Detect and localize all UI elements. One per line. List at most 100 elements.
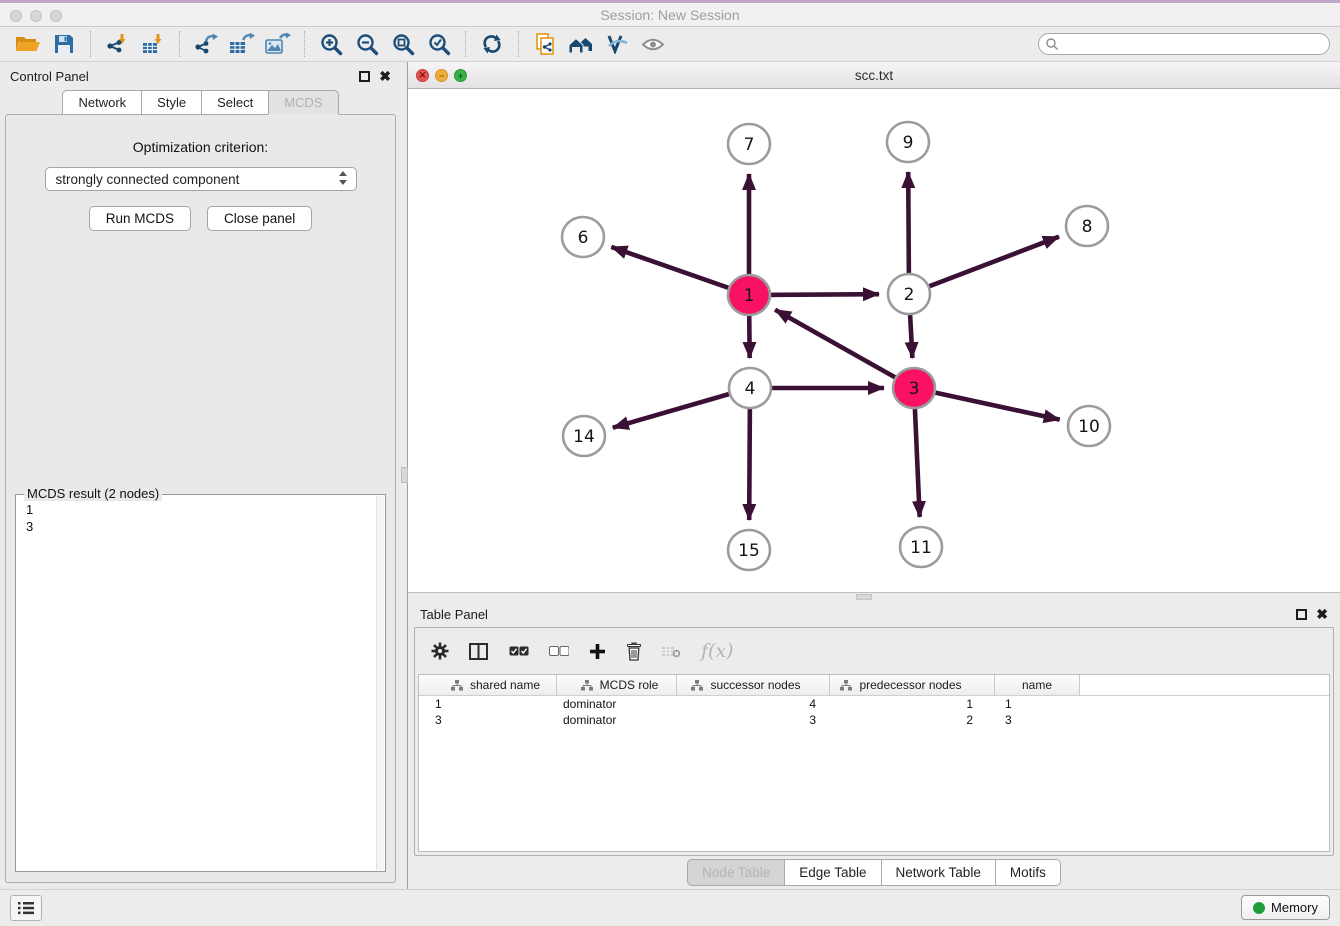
run-mcds-button[interactable]: Run MCDS	[89, 206, 191, 231]
copy-network-icon[interactable]	[527, 29, 563, 59]
hierarchy-icon	[581, 680, 593, 691]
import-table-icon[interactable]	[135, 29, 171, 59]
tab-select[interactable]: Select	[201, 90, 268, 115]
close-window-icon[interactable]	[10, 10, 22, 22]
cell-shared-name[interactable]: 3	[419, 712, 557, 728]
graph-node-15[interactable]: 15	[728, 530, 770, 570]
export-image-icon[interactable]	[260, 29, 296, 59]
export-network-icon[interactable]	[188, 29, 224, 59]
criterion-select[interactable]: strongly connected component	[45, 167, 357, 191]
minimize-network-icon[interactable]: −	[435, 69, 448, 82]
cell-mcds-role[interactable]: dominator	[557, 712, 677, 728]
graph-edge-3-10[interactable]	[914, 388, 1060, 420]
save-icon[interactable]	[46, 29, 82, 59]
eye-icon	[635, 29, 671, 59]
graph-edge-2-8[interactable]	[909, 237, 1059, 294]
zoom-fit-icon[interactable]	[385, 29, 421, 59]
column-header-successor-nodes[interactable]: successor nodes	[677, 675, 830, 695]
control-panel-title: Control Panel	[10, 69, 89, 84]
search-field[interactable]	[1038, 33, 1330, 55]
cell-predecessor-nodes[interactable]: 1	[830, 696, 995, 712]
graph-edge-3-1[interactable]	[775, 310, 914, 388]
graph-node-3[interactable]: 3	[893, 368, 935, 408]
task-list-button[interactable]	[10, 895, 42, 921]
float-panel-icon[interactable]	[1296, 609, 1307, 620]
graph-node-9[interactable]: 9	[887, 122, 929, 162]
zoom-selected-icon[interactable]	[421, 29, 457, 59]
cell-name[interactable]: 1	[995, 696, 1080, 712]
minimize-window-icon[interactable]	[30, 10, 42, 22]
mcds-result-line: 1	[26, 501, 375, 518]
cell-shared-name[interactable]: 1	[419, 696, 557, 712]
horizontal-splitter[interactable]	[408, 593, 1340, 601]
table-header-row: shared name MCDS role successor nodes	[419, 675, 1329, 696]
columns-icon[interactable]	[469, 643, 489, 660]
cell-predecessor-nodes[interactable]: 2	[830, 712, 995, 728]
close-panel-button[interactable]: Close panel	[207, 206, 312, 231]
tab-network-table[interactable]: Network Table	[881, 859, 995, 886]
cell-name[interactable]: 3	[995, 712, 1080, 728]
table-panel: Table Panel ✖	[408, 601, 1340, 889]
import-network-icon[interactable]	[99, 29, 135, 59]
graph-node-10[interactable]: 10	[1068, 406, 1110, 446]
float-panel-icon[interactable]	[359, 71, 370, 82]
home-icon[interactable]	[563, 29, 599, 59]
deselect-all-icon[interactable]	[549, 646, 569, 656]
column-header-name[interactable]: name	[995, 675, 1080, 695]
table-panel-header: Table Panel ✖	[408, 601, 1340, 627]
table-row[interactable]: 1 dominator 4 1 1	[419, 696, 1329, 712]
cell-successor-nodes[interactable]: 3	[677, 712, 830, 728]
window-title: Session: New Session	[600, 7, 739, 23]
close-network-icon[interactable]: ✕	[416, 69, 429, 82]
mcds-result-lines: 1 3	[16, 495, 385, 541]
mcds-result-box: MCDS result (2 nodes) 1 3	[15, 494, 386, 872]
refresh-icon[interactable]	[474, 29, 510, 59]
delete-icon[interactable]	[626, 642, 642, 661]
tab-mcds[interactable]: MCDS	[268, 90, 338, 115]
splitter-handle[interactable]	[856, 594, 872, 600]
column-header-shared-name[interactable]: shared name	[419, 675, 557, 695]
graph-node-4[interactable]: 4	[729, 368, 771, 408]
graph-node-7[interactable]: 7	[728, 124, 770, 164]
svg-text:6: 6	[578, 228, 589, 248]
graph-node-14[interactable]: 14	[563, 416, 605, 456]
gear-icon[interactable]	[431, 642, 449, 660]
select-all-icon[interactable]	[509, 646, 529, 656]
open-folder-icon[interactable]	[10, 29, 46, 59]
cell-successor-nodes[interactable]: 4	[677, 696, 830, 712]
zoom-out-icon[interactable]	[349, 29, 385, 59]
export-table-icon[interactable]	[224, 29, 260, 59]
window-traffic-lights	[10, 10, 62, 22]
graph-node-6[interactable]: 6	[562, 217, 604, 257]
graph-node-11[interactable]: 11	[900, 527, 942, 567]
add-icon[interactable]	[589, 643, 606, 660]
table-toolbar: f(x)	[415, 628, 1333, 674]
tab-style[interactable]: Style	[141, 90, 201, 115]
graph-node-8[interactable]: 8	[1066, 206, 1108, 246]
visual-style-icon[interactable]	[599, 29, 635, 59]
tab-motifs[interactable]: Motifs	[995, 859, 1061, 886]
network-canvas[interactable]: 7 9 6 8 1 2 4 3 14 10 15 11	[408, 89, 1340, 592]
search-input[interactable]	[1059, 37, 1323, 51]
zoom-in-icon[interactable]	[313, 29, 349, 59]
column-header-predecessor-nodes[interactable]: predecessor nodes	[830, 675, 995, 695]
close-panel-icon[interactable]: ✖	[379, 71, 391, 82]
maximize-network-icon[interactable]: +	[454, 69, 467, 82]
tab-edge-table[interactable]: Edge Table	[784, 859, 880, 886]
tab-network[interactable]: Network	[62, 90, 141, 115]
toolbar-separator	[90, 31, 91, 57]
network-window: ✕ − + scc.txt 7968124314101511	[408, 62, 1340, 593]
column-header-mcds-role[interactable]: MCDS role	[557, 675, 677, 695]
close-panel-icon[interactable]: ✖	[1316, 609, 1328, 620]
graph-node-1[interactable]: 1	[728, 275, 770, 315]
graph-node-2[interactable]: 2	[888, 274, 930, 314]
splitter-handle[interactable]	[401, 467, 408, 483]
result-scrollbar[interactable]	[376, 496, 384, 870]
function-icon: f(x)	[701, 640, 734, 662]
cell-mcds-role[interactable]: dominator	[557, 696, 677, 712]
vertical-splitter[interactable]	[401, 62, 408, 889]
memory-button[interactable]: Memory	[1241, 895, 1330, 920]
zoom-window-icon[interactable]	[50, 10, 62, 22]
table-row[interactable]: 3 dominator 3 2 3	[419, 712, 1329, 728]
tab-node-table[interactable]: Node Table	[687, 859, 784, 886]
